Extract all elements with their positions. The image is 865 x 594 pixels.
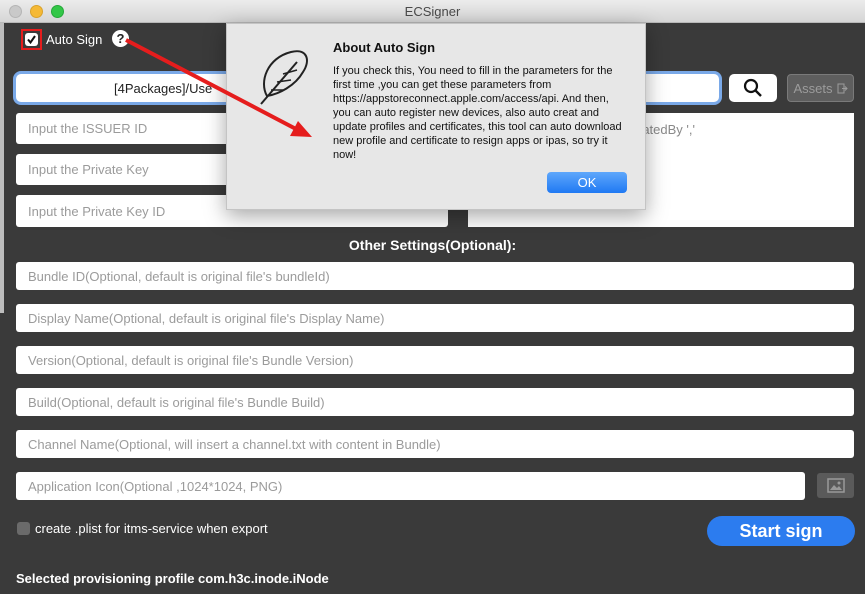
dialog-title: About Auto Sign	[333, 40, 436, 55]
start-sign-button[interactable]: Start sign	[707, 516, 855, 546]
version-input[interactable]: Version(Optional, default is original fi…	[16, 346, 854, 374]
background-window-edge	[0, 23, 4, 313]
other-settings-heading: Other Settings(Optional):	[348, 237, 517, 253]
image-icon	[826, 478, 845, 493]
auto-sign-label: Auto Sign	[46, 32, 103, 47]
choose-icon-button[interactable]	[817, 473, 854, 498]
plist-label: create .plist for itms-service when expo…	[35, 521, 268, 536]
feather-icon	[260, 50, 308, 105]
status-text: Selected provisioning profile com.h3c.in…	[16, 571, 329, 586]
export-icon	[837, 83, 848, 93]
plist-checkbox[interactable]	[17, 522, 30, 535]
bundle-id-input[interactable]: Bundle ID(Optional, default is original …	[16, 262, 854, 290]
app-icon-input[interactable]: Application Icon(Optional ,1024*1024, PN…	[16, 472, 805, 500]
about-auto-sign-dialog: About Auto Sign If you check this, You n…	[226, 23, 646, 210]
assets-button[interactable]: Assets	[787, 74, 854, 102]
channel-name-input[interactable]: Channel Name(Optional, will insert a cha…	[16, 430, 854, 458]
dialog-message: If you check this, You need to fill in t…	[333, 65, 622, 161]
textarea-placeholder: ratedBy ','	[638, 122, 695, 137]
annotation-highlight-box	[21, 29, 42, 50]
ok-button[interactable]: OK	[547, 172, 627, 193]
search-icon	[743, 78, 762, 97]
build-input[interactable]: Build(Optional, default is original file…	[16, 388, 854, 416]
window-title: ECSigner	[404, 4, 461, 19]
help-icon[interactable]: ?	[112, 30, 129, 47]
search-button[interactable]	[729, 74, 777, 102]
package-path-value: [4Packages]/Use	[114, 81, 213, 96]
window-titlebar: ECSigner	[0, 0, 865, 23]
assets-label: Assets	[793, 80, 833, 96]
display-name-input[interactable]: Display Name(Optional, default is origin…	[16, 304, 854, 332]
